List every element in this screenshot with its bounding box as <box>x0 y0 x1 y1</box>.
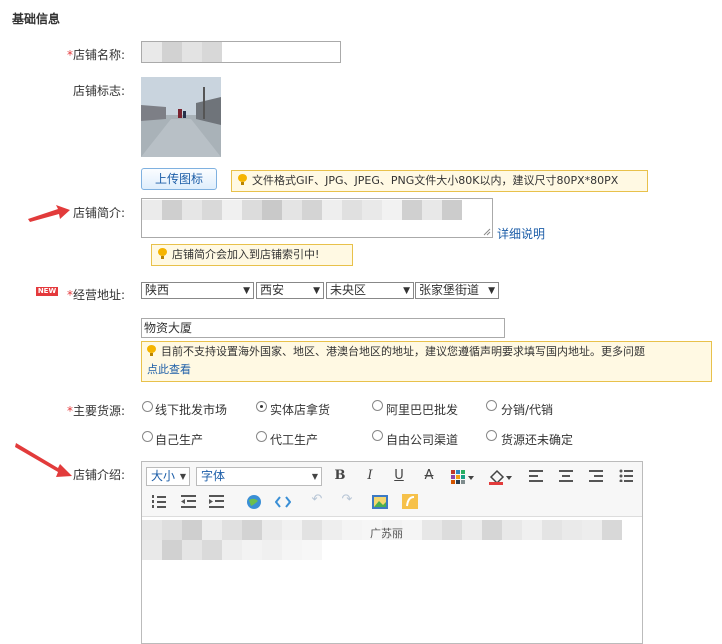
dropdown-arrow-icon: ▼ <box>313 286 320 296</box>
section-title: 基础信息 <box>12 12 61 26</box>
bullet-list-icon[interactable] <box>619 469 633 482</box>
radio-label: 自己生产 <box>155 433 204 447</box>
radio-label: 线下批发市场 <box>155 403 228 417</box>
font-family-select[interactable]: 字体 ▼ <box>196 467 322 486</box>
lightbulb-icon <box>238 174 247 185</box>
dropdown-arrow-icon: ▼ <box>488 286 495 296</box>
radio-label: 代工生产 <box>270 433 319 447</box>
upload-icon-button[interactable]: 上传图标 <box>141 168 217 190</box>
radio-label: 自由公司渠道 <box>386 433 459 447</box>
radio-oem[interactable] <box>256 431 267 442</box>
radio-distribution[interactable] <box>486 400 497 411</box>
indent-icon[interactable] <box>209 495 224 508</box>
address-label: *经营地址: <box>66 288 125 302</box>
align-right-icon[interactable] <box>589 470 603 482</box>
radio-self-produced[interactable] <box>142 431 153 442</box>
dropdown-arrow-icon: ▼ <box>311 472 318 481</box>
city-select[interactable]: 西安 ▼ <box>256 282 324 299</box>
insert-flash-icon[interactable] <box>402 494 418 509</box>
red-arrow-icon <box>28 205 70 222</box>
address-detail-input[interactable]: 物资大厦 <box>141 318 505 338</box>
blurred-text <box>142 42 222 62</box>
numbered-list-icon[interactable] <box>152 495 166 508</box>
resize-grip-icon[interactable] <box>483 228 491 236</box>
table-icon[interactable] <box>451 470 475 484</box>
insert-link-globe-icon[interactable] <box>246 494 262 510</box>
fill-color-icon[interactable] <box>489 469 513 485</box>
radio-alibaba[interactable] <box>372 400 383 411</box>
radio-label: 分销/代销 <box>501 403 554 417</box>
view-more-link[interactable]: 点此查看 <box>147 363 191 376</box>
province-select[interactable]: 陕西 ▼ <box>141 282 254 299</box>
store-logo-image <box>141 77 221 157</box>
street-select[interactable]: 张家堡街道 ▼ <box>415 282 499 299</box>
dropdown-arrow-icon: ▼ <box>403 286 410 296</box>
radio-undecided[interactable] <box>486 430 497 441</box>
store-intro-textarea[interactable] <box>141 198 493 238</box>
strikethrough-icon[interactable]: A <box>421 468 437 483</box>
source-code-icon[interactable] <box>275 495 291 509</box>
lightbulb-icon <box>147 345 156 356</box>
radio-label: 实体店拿货 <box>270 403 331 417</box>
supply-label: *主要货源: <box>66 404 125 418</box>
editor-visible-text: 广苏丽 <box>370 527 403 540</box>
radio-company-channel[interactable] <box>372 430 383 441</box>
store-desc-label: 店铺介绍: <box>72 468 125 482</box>
editor-content[interactable]: 广苏丽 <box>142 517 642 643</box>
radio-store-purchase[interactable] <box>256 401 267 412</box>
blurred-text <box>142 200 462 220</box>
district-select[interactable]: 未央区 ▼ <box>326 282 414 299</box>
upload-tip: 文件格式GIF、JPG、JPEG、PNG文件大小80K以内，建议尺寸80PX*8… <box>231 170 648 192</box>
font-size-select[interactable]: 大小 ▼ <box>146 467 190 486</box>
address-tip: 目前不支持设置海外国家、地区、港澳台地区的地址，建议您遵循声明要求填写国内地址。… <box>141 341 712 382</box>
insert-image-icon[interactable] <box>372 495 388 509</box>
undo-icon[interactable]: ↶ <box>310 492 324 507</box>
store-logo-label: 店铺标志: <box>72 84 125 98</box>
redo-icon[interactable]: ↷ <box>340 492 354 507</box>
radio-offline-wholesale[interactable] <box>142 401 153 412</box>
dropdown-arrow-icon: ▼ <box>179 472 186 481</box>
rich-text-editor[interactable]: 大小 ▼ 字体 ▼ B I U A ↶ ↷ 广苏丽 <box>141 461 643 644</box>
italic-icon[interactable]: I <box>362 468 378 483</box>
intro-tip: 店铺简介会加入到店铺索引中! <box>151 244 353 266</box>
bold-icon[interactable]: B <box>332 468 348 483</box>
align-left-icon[interactable] <box>529 470 543 482</box>
outdent-icon[interactable] <box>181 495 196 508</box>
store-name-input[interactable] <box>141 41 341 63</box>
lightbulb-icon <box>158 248 167 259</box>
detail-link[interactable]: 详细说明 <box>497 225 545 242</box>
dropdown-arrow-icon: ▼ <box>243 286 250 296</box>
store-name-label: *店铺名称: <box>66 48 125 62</box>
radio-label: 阿里巴巴批发 <box>386 403 459 417</box>
underline-icon[interactable]: U <box>391 468 407 483</box>
editor-toolbar: 大小 ▼ 字体 ▼ B I U A ↶ ↷ <box>142 462 642 517</box>
radio-label: 货源还未确定 <box>501 433 574 447</box>
align-center-icon[interactable] <box>559 470 573 482</box>
